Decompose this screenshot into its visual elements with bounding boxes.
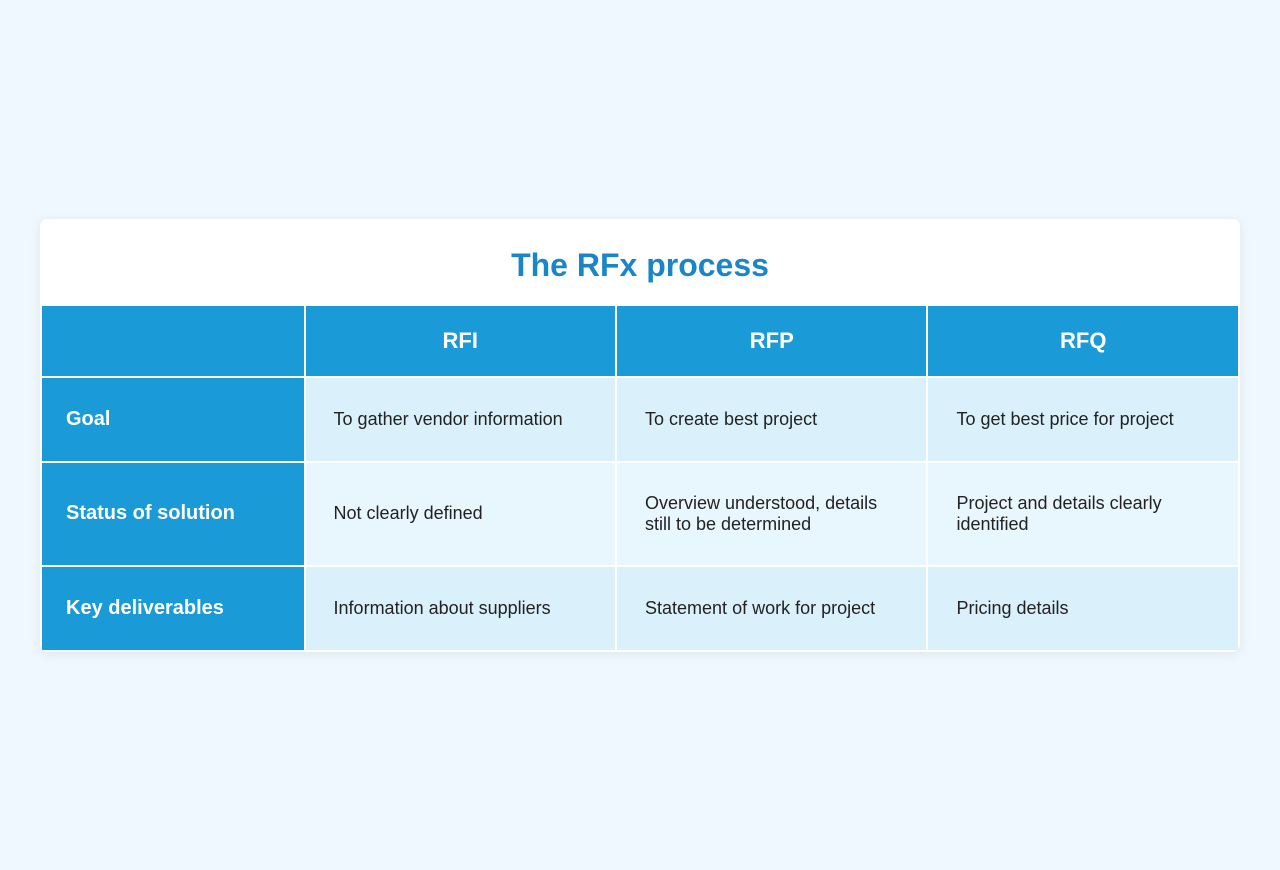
goal-label: Goal xyxy=(41,377,305,462)
rfx-table-container: The RFx process RFI RFP RFQ Goal To gath… xyxy=(40,219,1240,652)
status-row: Status of solution Not clearly defined O… xyxy=(41,462,1239,566)
deliverables-label: Key deliverables xyxy=(41,566,305,651)
deliverables-row: Key deliverables Information about suppl… xyxy=(41,566,1239,651)
goal-rfq: To get best price for project xyxy=(927,377,1239,462)
deliverables-rfi: Information about suppliers xyxy=(305,566,616,651)
goal-row: Goal To gather vendor information To cre… xyxy=(41,377,1239,462)
goal-rfi: To gather vendor information xyxy=(305,377,616,462)
deliverables-rfp: Statement of work for project xyxy=(616,566,927,651)
rfx-comparison-table: RFI RFP RFQ Goal To gather vendor inform… xyxy=(40,304,1240,652)
status-rfi: Not clearly defined xyxy=(305,462,616,566)
title-section: The RFx process xyxy=(40,219,1240,304)
goal-rfp: To create best project xyxy=(616,377,927,462)
header-rfi: RFI xyxy=(305,305,616,377)
header-empty xyxy=(41,305,305,377)
status-rfp: Overview understood, details still to be… xyxy=(616,462,927,566)
header-row: RFI RFP RFQ xyxy=(41,305,1239,377)
status-label: Status of solution xyxy=(41,462,305,566)
status-rfq: Project and details clearly identified xyxy=(927,462,1239,566)
header-rfq: RFQ xyxy=(927,305,1239,377)
header-rfp: RFP xyxy=(616,305,927,377)
deliverables-rfq: Pricing details xyxy=(927,566,1239,651)
page-title: The RFx process xyxy=(60,247,1220,284)
